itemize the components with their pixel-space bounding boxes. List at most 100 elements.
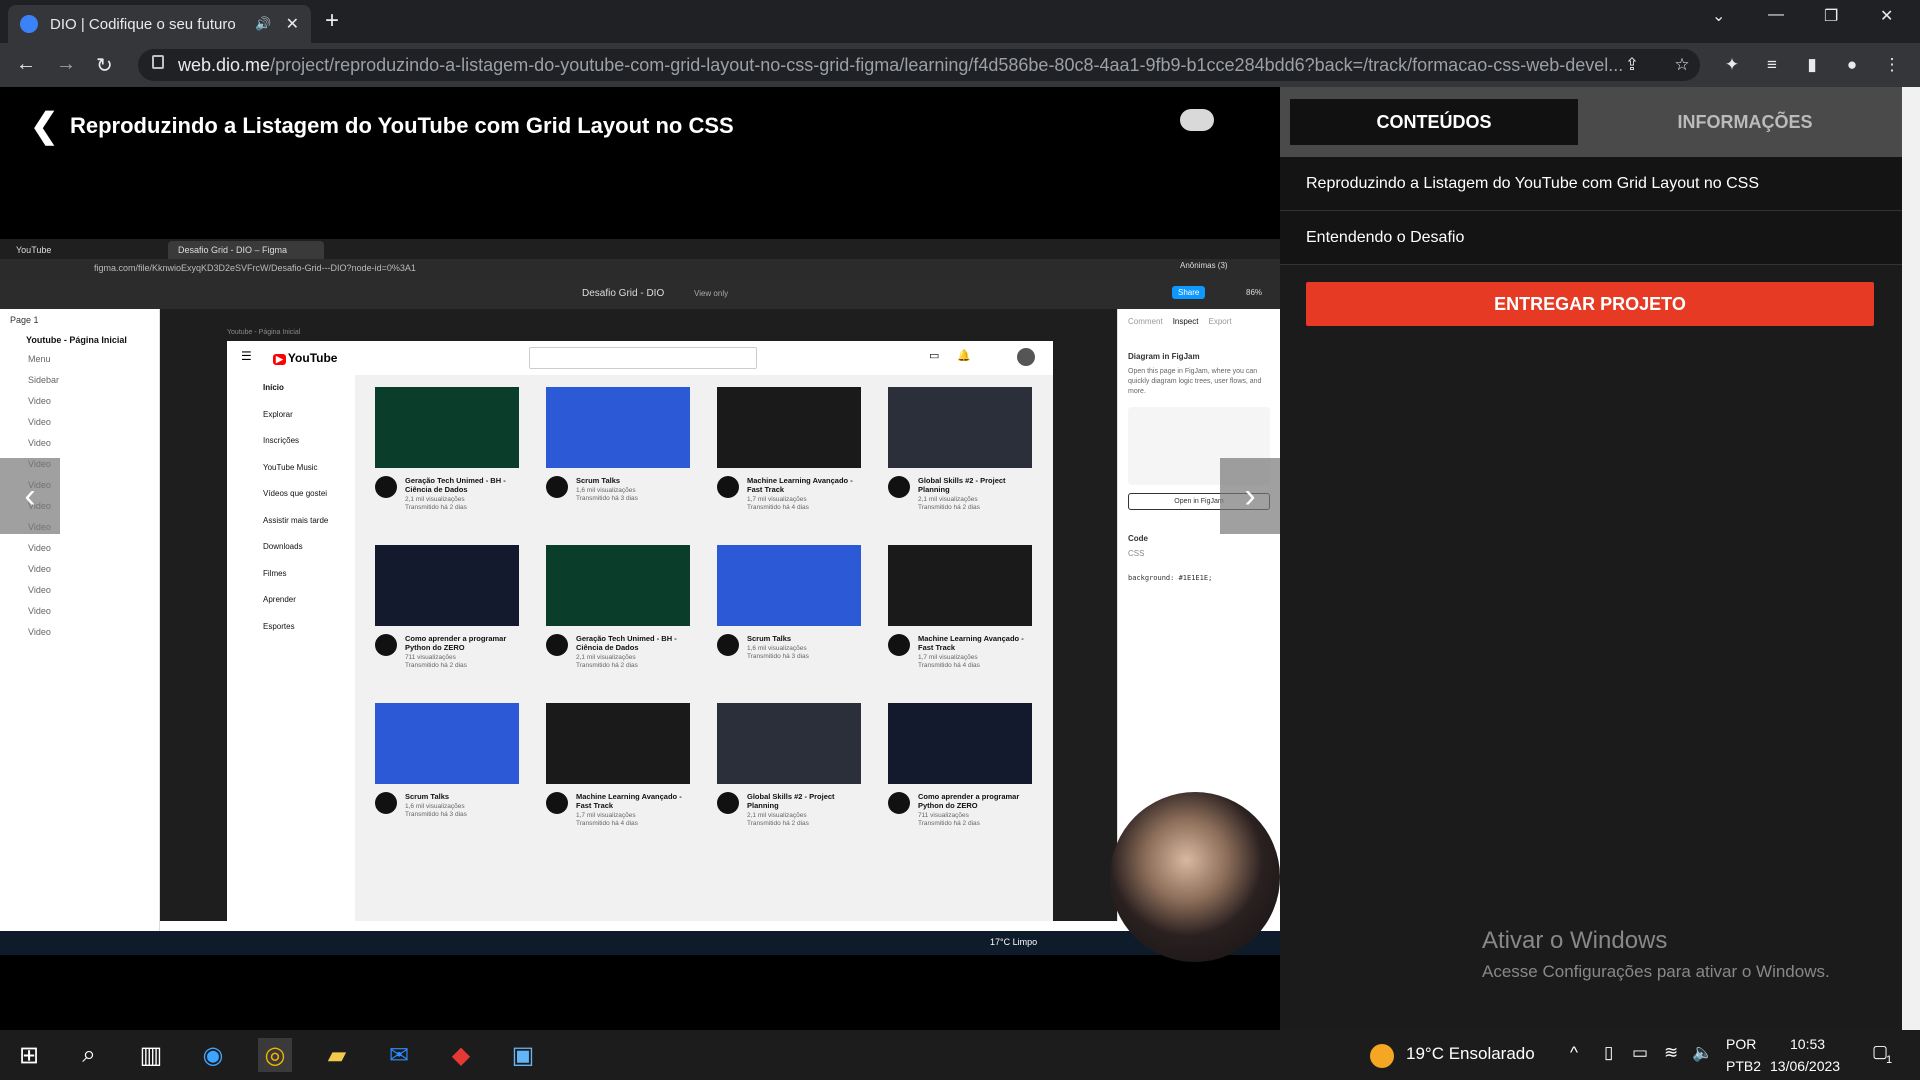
forward-icon[interactable]: → <box>56 53 76 76</box>
wifi-icon[interactable]: ≋ <box>1664 1043 1678 1063</box>
yt-sidebar-item: Início <box>263 383 284 392</box>
app-icon[interactable]: ◆ <box>444 1038 478 1072</box>
clock-date[interactable]: 13/06/2023 <box>1770 1058 1840 1074</box>
video-card: Scrum Talks 1,6 mil visualizações Transmit… <box>546 387 690 503</box>
media-icon[interactable]: ≡ <box>1762 55 1782 75</box>
back-icon[interactable]: ← <box>16 53 36 76</box>
video-when: Transmitido há 3 dias <box>747 653 809 660</box>
lang-1[interactable]: POR <box>1726 1036 1756 1052</box>
video-thumbnail <box>546 545 690 626</box>
cloud-download-icon[interactable] <box>1180 109 1214 131</box>
video-when: Transmitido há 4 dias <box>918 662 980 669</box>
close-tab-icon[interactable]: ✕ <box>286 14 299 34</box>
extensions-icon[interactable]: ✦ <box>1722 55 1742 75</box>
video-card: Machine Learning Avançado - Fast Track 1,… <box>717 387 861 512</box>
video-player[interactable]: YouTube Desafio Grid - DIO – Figma figma… <box>0 239 1280 955</box>
figma-toolbar: Desafio Grid - DIO View only Share 86% A… <box>0 261 1280 309</box>
lock-icon[interactable] <box>152 55 164 69</box>
address-bar[interactable]: web.dio.me/project/reproduzindo-a-listag… <box>138 49 1700 81</box>
video-views: 2,1 mil visualizações <box>576 654 636 661</box>
hamburger-icon: ☰ <box>241 349 252 363</box>
next-slide-button[interactable]: › <box>1220 458 1280 534</box>
video-when: Transmitido há 3 dias <box>405 811 467 818</box>
windows-start-icon[interactable]: ⊞ <box>12 1038 46 1072</box>
mail-icon[interactable]: ✉ <box>382 1038 416 1072</box>
inner-tab-youtube: YouTube <box>6 241 166 259</box>
yt-sidebar-item: Inscrições <box>263 436 300 445</box>
search-icon[interactable]: ⌕ <box>72 1038 106 1072</box>
channel-avatar <box>888 792 910 814</box>
video-card: Global Skills #2 - Project Planning 2,1 m… <box>717 703 861 828</box>
video-thumbnail <box>888 387 1032 468</box>
submit-project-button[interactable]: ENTREGAR PROJETO <box>1306 282 1874 326</box>
restore-button[interactable]: ❐ <box>1824 6 1838 26</box>
yt-sidebar-item: Aprender <box>263 595 296 604</box>
meet-icon[interactable]: ▯ <box>1604 1043 1613 1063</box>
lang-2[interactable]: PTB2 <box>1726 1058 1761 1074</box>
content-item-1[interactable]: Reproduzindo a Listagem do YouTube com G… <box>1280 157 1902 211</box>
video-when: Transmitido há 2 dias <box>918 820 980 827</box>
sidebar-tabs: CONTEÚDOS INFORMAÇÕES <box>1280 87 1902 157</box>
inspect-tabs: Comment Inspect Export <box>1128 317 1232 326</box>
prev-slide-button[interactable]: ‹ <box>0 458 60 534</box>
speaker-icon[interactable]: 🔊 <box>255 16 271 32</box>
yt-sidebar-item: Downloads <box>263 542 303 551</box>
edge-icon[interactable]: ◉ <box>196 1038 230 1072</box>
weather-sun-icon[interactable] <box>1370 1044 1394 1068</box>
weather-text[interactable]: 19°C Ensolarado <box>1406 1044 1535 1064</box>
avatar <box>1017 348 1035 366</box>
volume-icon[interactable]: 🔈 <box>1692 1043 1713 1063</box>
tray-chevron-icon[interactable]: ^ <box>1570 1043 1578 1063</box>
inner-url: figma.com/file/KknwioExyqKD3D2eSVFrcW/De… <box>0 259 1280 279</box>
activate-windows-subtitle: Acesse Configurações para ativar o Windo… <box>1482 962 1830 981</box>
task-view-icon[interactable]: ▥ <box>134 1038 168 1072</box>
video-card: Machine Learning Avançado - Fast Track 1,… <box>546 703 690 828</box>
video-thumbnail <box>546 387 690 468</box>
layer-item: Sidebar <box>28 375 60 385</box>
youtube-frame: ☰ ▶ YouTube ▭ 🔔 Início Explorar Inscrições Y… <box>227 341 1053 921</box>
clock-time[interactable]: 10:53 <box>1790 1036 1825 1052</box>
video-views: 2,1 mil visualizações <box>747 812 807 819</box>
layer-item: Video <box>28 438 51 448</box>
menu-icon[interactable]: ⋮ <box>1882 55 1902 75</box>
dio-favicon-icon <box>20 15 38 33</box>
code-line: background: #1E1E1E; <box>1128 574 1213 582</box>
chrome-icon[interactable]: ◎ <box>258 1038 292 1072</box>
back-arrow-icon[interactable]: ❮ <box>30 106 60 146</box>
video-views: 2,1 mil visualizações <box>918 496 978 503</box>
channel-avatar <box>717 792 739 814</box>
figma-layers-panel: Page 1 Youtube - Página Inicial Menu Side… <box>0 309 160 955</box>
video-card: Como aprender a programar Python do ZERO… <box>375 545 519 670</box>
profile-icon[interactable]: ● <box>1842 55 1862 75</box>
video-when: Transmitido há 2 dias <box>405 504 467 511</box>
reload-icon[interactable]: ↻ <box>96 53 113 78</box>
minimize-button[interactable]: — <box>1768 6 1784 24</box>
video-views: 711 visualizações <box>405 654 456 661</box>
video-when: Transmitido há 2 dias <box>576 662 638 669</box>
video-thumbnail <box>717 545 861 626</box>
share-icon[interactable]: ⇪ <box>1622 55 1642 75</box>
new-tab-button[interactable]: + <box>325 7 339 35</box>
channel-avatar <box>546 792 568 814</box>
page-scrollbar[interactable] <box>1902 87 1920 1030</box>
video-when: Transmitido há 2 dias <box>747 820 809 827</box>
content-item-2[interactable]: Entendendo o Desafio <box>1280 211 1902 265</box>
tab-search-icon[interactable]: ⌄ <box>1712 6 1725 26</box>
page-label: Page 1 <box>10 315 39 325</box>
close-window-button[interactable]: ✕ <box>1880 6 1893 26</box>
yt-sidebar-item: Assistir mais tarde <box>263 515 329 525</box>
yt-sidebar-item: Vídeos que gostei <box>263 489 328 498</box>
tab-informacoes[interactable]: INFORMAÇÕES <box>1590 99 1900 145</box>
sidepanel-icon[interactable]: ▮ <box>1802 55 1822 75</box>
video-when: Transmitido há 2 dias <box>918 504 980 511</box>
star-icon[interactable]: ☆ <box>1672 55 1692 75</box>
code-lang: CSS <box>1128 549 1145 558</box>
battery-icon[interactable]: ▭ <box>1632 1043 1648 1063</box>
photos-icon[interactable]: ▣ <box>506 1038 540 1072</box>
browser-tab[interactable]: DIO | Codifique o seu futuro 🔊 ✕ <box>8 5 311 43</box>
video-thumbnail <box>546 703 690 784</box>
inner-weather: 17°C Limpo <box>990 937 1038 947</box>
browser-toolbar: ← → ↻ web.dio.me/project/reproduzindo-a-… <box>0 43 1920 87</box>
file-explorer-icon[interactable]: ▰ <box>320 1038 354 1072</box>
tab-conteudos[interactable]: CONTEÚDOS <box>1290 99 1578 145</box>
